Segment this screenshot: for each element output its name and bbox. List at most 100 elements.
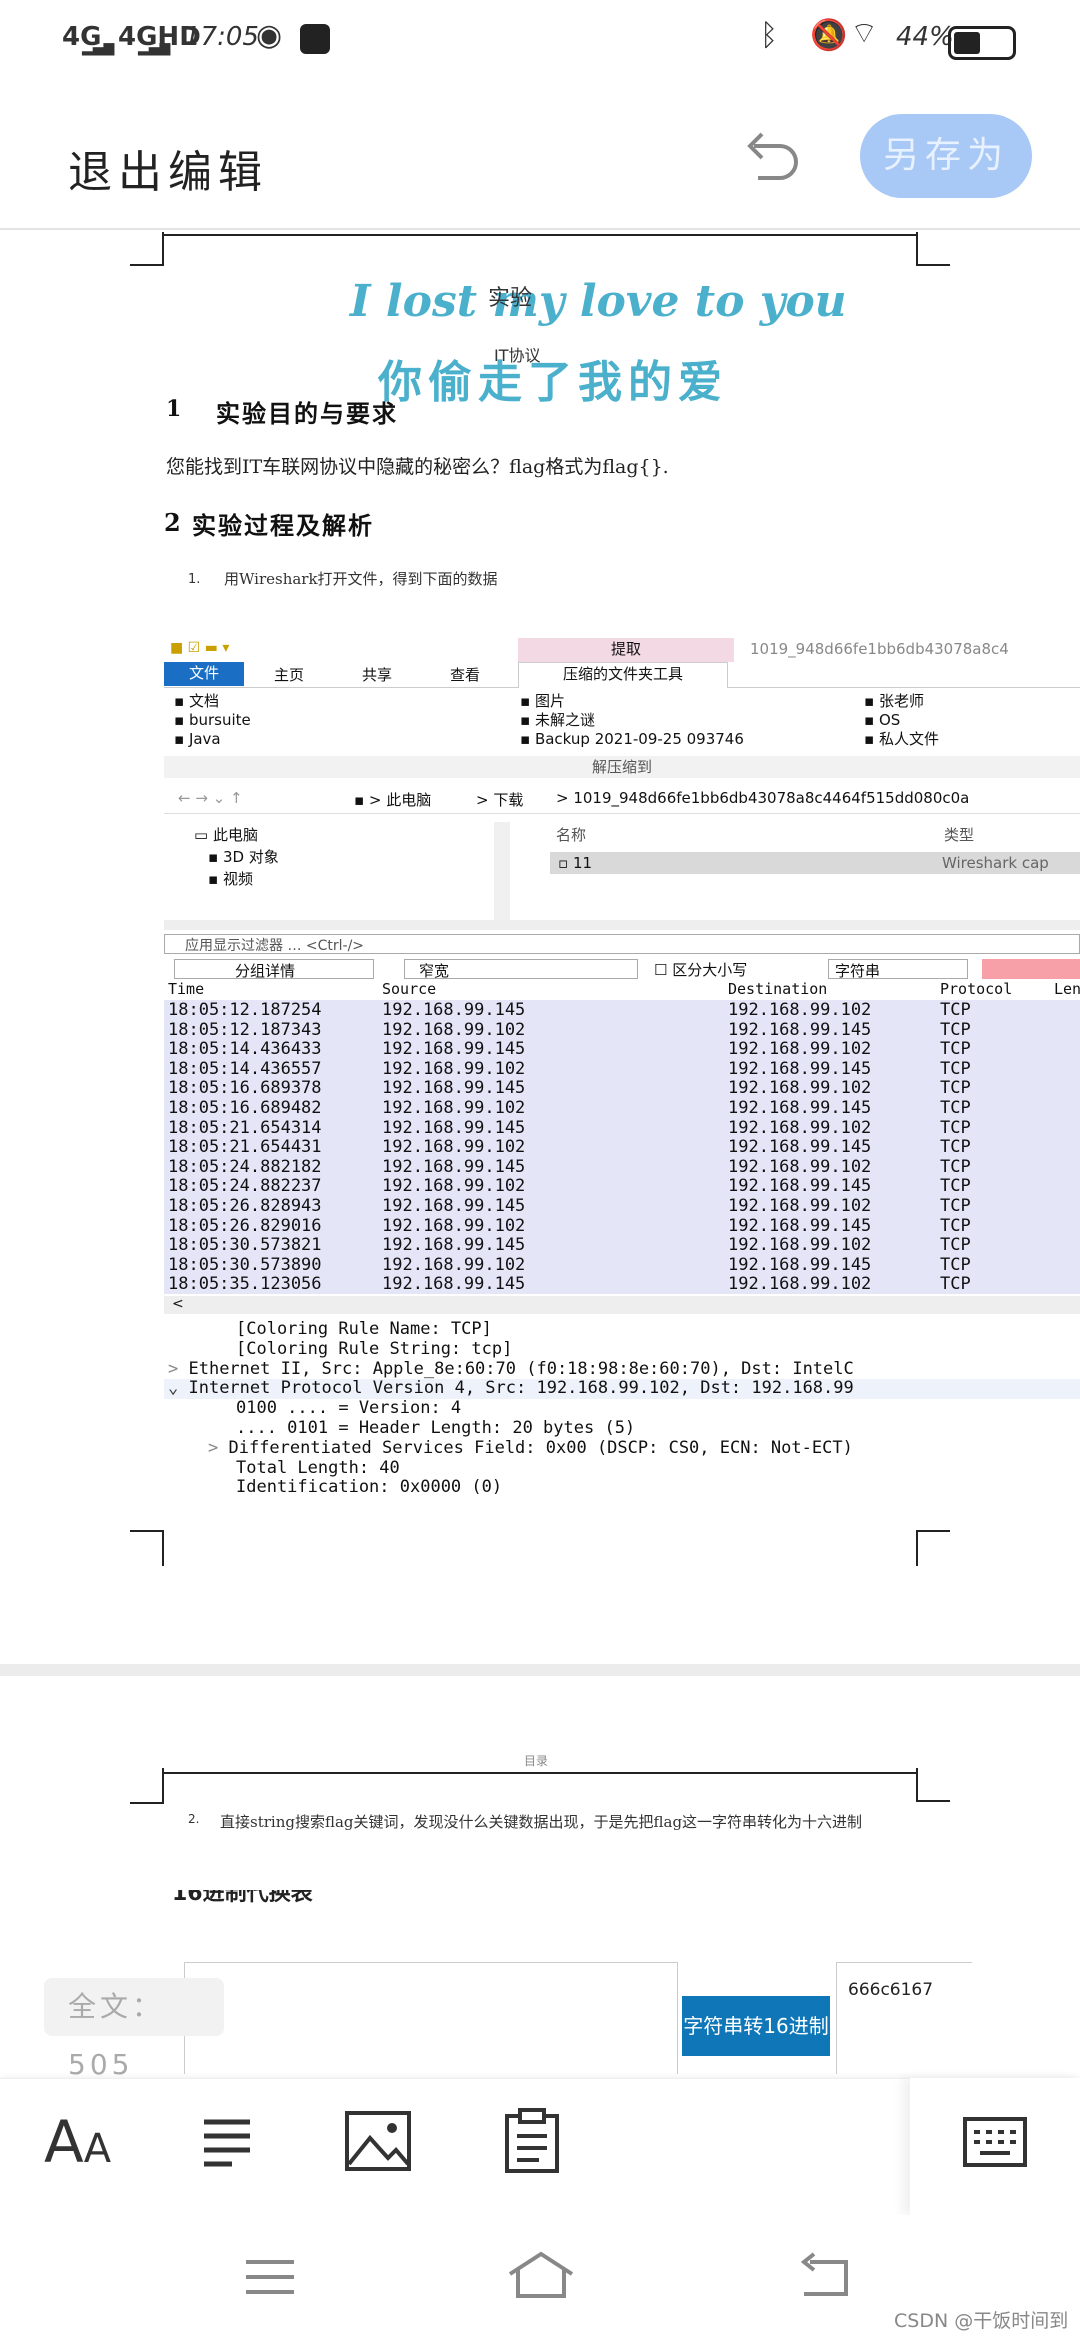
search-field[interactable] [982, 959, 1080, 979]
detail-line[interactable]: ⌄ Internet Protocol Version 4, Src: 192.… [164, 1378, 1080, 1400]
status-bar: 4G ▂▄▆ 4GHD ▂▄▆ 17:05 ◉ ᛒ 🔕 ⌔ 44% [0, 0, 1080, 80]
packet-time: 18:05:35.123056 [168, 1274, 322, 1295]
group-select[interactable]: 分组详情 [174, 959, 374, 980]
nav-arrows-icon[interactable]: ← → ⌄ ↑ [178, 789, 243, 807]
section-title: 实验目的与要求 [216, 399, 398, 428]
packet-row[interactable]: 18:05:12.187343 192.168.99.102 192.168.99.… [164, 1019, 1080, 1040]
packet-row[interactable]: 18:05:16.689482 192.168.99.102 192.168.99.… [164, 1098, 1080, 1118]
packet-row[interactable]: 18:05:24.882237 192.168.99.102 192.168.99.… [164, 1176, 1080, 1196]
packet-destination: 192.168.99.145 [728, 1176, 872, 1197]
packet-list-header: Time Source Destination Protocol Len [164, 980, 1080, 1000]
page-header-label: 目录 [524, 1754, 549, 1768]
clipboard-icon[interactable] [504, 2108, 560, 2174]
header-divider [0, 228, 1080, 230]
packet-source: 192.168.99.102 [382, 1098, 526, 1118]
packet-destination: 192.168.99.102 [728, 1117, 872, 1138]
bluetooth-icon: ᛒ [760, 18, 778, 53]
col-time[interactable]: Time [168, 980, 204, 998]
tree-item[interactable]: ▭ 此电脑 [194, 824, 279, 846]
page-top-border [162, 234, 918, 236]
folder-item[interactable]: ▪ OS [864, 711, 939, 730]
save-as-button[interactable]: 另存为 [860, 114, 1032, 198]
col-source[interactable]: Source [382, 980, 436, 998]
app-notification-icon: ◉ [256, 18, 283, 53]
image-icon[interactable] [344, 2110, 412, 2172]
home-icon[interactable] [506, 2250, 576, 2300]
col-destination[interactable]: Destination [728, 980, 827, 998]
width-select[interactable]: 窄宽 [404, 959, 638, 980]
packet-protocol: TCP [940, 1196, 971, 1216]
packet-row[interactable]: 18:05:26.829016 192.168.99.102 192.168.99.… [164, 1215, 1080, 1236]
keyboard-icon[interactable] [962, 2116, 1028, 2168]
packet-protocol: TCP [940, 1078, 971, 1099]
packet-protocol: TCP [940, 1254, 971, 1275]
tree-scrollbar[interactable] [494, 822, 510, 922]
packet-row[interactable]: 18:05:21.654431 192.168.99.102 192.168.99.… [164, 1137, 1080, 1157]
folder-item[interactable]: ▪ 文档 [174, 692, 251, 711]
column-name[interactable]: 名称 [556, 824, 586, 845]
hex-convert-button[interactable]: 字符串转16进制 >> [682, 1996, 830, 2098]
packet-destination: 192.168.99.145 [728, 1215, 872, 1236]
packet-protocol: TCP [940, 1274, 971, 1295]
packet-row[interactable]: 18:05:21.654314 192.168.99.145 192.168.99.… [164, 1117, 1080, 1138]
packet-row[interactable]: 18:05:24.882182 192.168.99.145 192.168.99.… [164, 1156, 1080, 1177]
undo-icon[interactable] [740, 124, 800, 186]
column-type[interactable]: 类型 [944, 824, 974, 845]
packet-source: 192.168.99.102 [382, 1215, 526, 1236]
folder-item[interactable]: ▪ bursuite [174, 711, 251, 730]
breadcrumb-downloads[interactable]: > 下载 [476, 789, 523, 810]
detail-line[interactable]: > Ethernet II, Src: Apple_8e:60:70 (f0:1… [164, 1359, 1080, 1380]
packet-row[interactable]: 18:05:30.573821 192.168.99.145 192.168.99.… [164, 1235, 1080, 1255]
folder-item[interactable]: ▪ Java [174, 730, 251, 749]
battery-icon [948, 26, 1016, 60]
breadcrumb-root[interactable]: ▪ > 此电脑 [354, 789, 431, 810]
packet-row[interactable]: 18:05:12.187254 192.168.99.145 192.168.99.… [164, 1000, 1080, 1020]
display-filter-input[interactable]: 应用显示过滤器 … <Ctrl-/> [164, 934, 1080, 954]
tab-compressed-tools[interactable]: 压缩的文件夹工具 [518, 662, 728, 688]
tree-item[interactable]: ▪ 3D 对象 [194, 846, 279, 868]
string-select[interactable]: 字符串 [828, 959, 968, 980]
crop-mark [916, 1530, 950, 1566]
packet-row[interactable]: 18:05:14.436433 192.168.99.145 192.168.99.… [164, 1039, 1080, 1059]
packet-row[interactable]: 18:05:14.436557 192.168.99.102 192.168.99.… [164, 1058, 1080, 1079]
align-icon[interactable] [200, 2116, 254, 2170]
folder-item[interactable]: ▪ 图片 [520, 692, 744, 711]
extract-to-label: 解压缩到 [164, 756, 1080, 778]
folder-item[interactable]: ▪ Backup 2021-09-25 093746 [520, 730, 744, 749]
menu-icon[interactable] [244, 2258, 296, 2296]
packet-row[interactable]: 18:05:30.573890 192.168.99.102 192.168.99.… [164, 1254, 1080, 1275]
file-row[interactable]: ▫ 11 Wireshark cap [550, 852, 1080, 874]
case-checkbox[interactable]: ☐ 区分大小写 [654, 959, 747, 980]
folder-item[interactable]: ▪ 张老师 [864, 692, 939, 711]
tab-view[interactable]: 查看 [450, 664, 480, 685]
folder-item[interactable]: ▪ 未解之谜 [520, 711, 744, 730]
tab-file[interactable]: 文件 [164, 662, 244, 686]
font-icon[interactable]: AA [44, 2108, 111, 2176]
step-text: 直接string搜索flag关键词，发现没什么关键数据出现，于是先把flag这一… [220, 1813, 863, 1831]
packet-row[interactable]: 18:05:16.689378 192.168.99.145 192.168.99.… [164, 1078, 1080, 1098]
detail-line[interactable]: > Differentiated Services Field: 0x00 (D… [164, 1438, 1080, 1459]
tab-home[interactable]: 主页 [274, 664, 304, 685]
col-protocol[interactable]: Protocol [940, 980, 1012, 998]
packet-time: 18:05:21.654431 [168, 1137, 322, 1158]
packet-time: 18:05:16.689482 [168, 1098, 322, 1118]
exit-edit-button[interactable]: 退出编辑 [68, 136, 268, 200]
packet-protocol: TCP [940, 1058, 971, 1079]
horizontal-scrollbar[interactable]: < [164, 1296, 1080, 1314]
back-icon[interactable] [796, 2252, 852, 2298]
packet-source: 192.168.99.145 [382, 1196, 526, 1216]
packet-row[interactable]: 18:05:26.828943 192.168.99.145 192.168.99.… [164, 1196, 1080, 1216]
packet-source: 192.168.99.102 [382, 1137, 526, 1158]
tab-share[interactable]: 共享 [362, 664, 392, 685]
packet-row[interactable]: 18:05:35.123056 192.168.99.145 192.168.99.… [164, 1274, 1080, 1294]
packet-destination: 192.168.99.102 [728, 1000, 872, 1020]
tree-item[interactable]: ▪ 视频 [194, 868, 279, 890]
crop-mark [916, 232, 950, 266]
search-bar: 分组详情 窄宽 ☐ 区分大小写 字符串 [164, 956, 1080, 982]
breadcrumb-folder[interactable]: > 1019_948d66fe1bb6db43078a8c4464f515dd0… [556, 789, 969, 807]
packet-time: 18:05:14.436433 [168, 1039, 322, 1060]
step-number: 1. [188, 572, 201, 587]
mute-bell-icon: 🔕 [810, 18, 848, 53]
col-length[interactable]: Len [1054, 980, 1080, 998]
folder-item[interactable]: ▪ 私人文件 [864, 730, 939, 749]
